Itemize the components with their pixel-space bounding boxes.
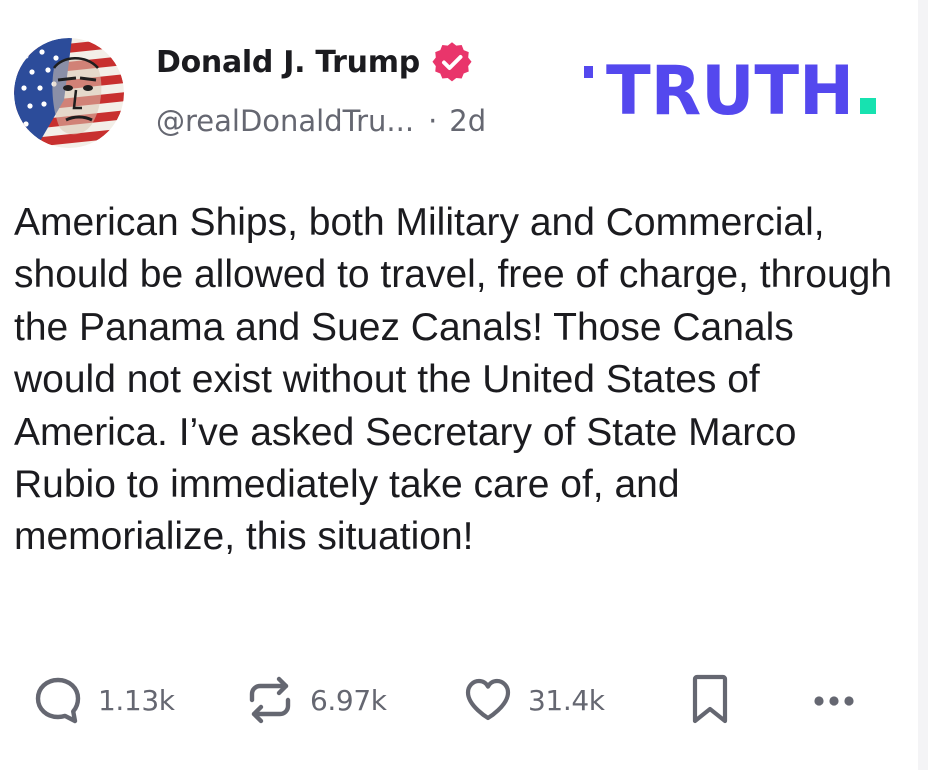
like-count: 31.4k	[528, 683, 605, 717]
brand-wordmark: TRUTH	[606, 52, 854, 131]
retruth-count: 6.97k	[310, 683, 387, 717]
more-options-button[interactable]	[804, 670, 864, 730]
truth-post-screenshot: Donald J. Trump @realDonaldTru... · 2d T…	[0, 0, 928, 770]
post-age[interactable]: 2d	[449, 104, 486, 138]
reply-button[interactable]: 1.13k	[32, 670, 175, 730]
more-icon	[814, 696, 854, 706]
post-body-text: American Ships, both Military and Commer…	[14, 201, 893, 559]
retruth-button[interactable]: 6.97k	[244, 670, 387, 730]
retruth-icon	[249, 676, 291, 724]
like-icon	[465, 678, 511, 721]
avatar-image	[14, 38, 124, 148]
brand-tick	[584, 66, 593, 78]
reply-icon	[35, 677, 81, 724]
verified-badge-icon	[432, 42, 472, 82]
bookmark-icon	[692, 674, 728, 724]
scroll-gutter	[918, 0, 928, 770]
author-handle-row: @realDonaldTru... · 2d	[156, 104, 486, 138]
truth-social-logo: TRUTH	[584, 52, 876, 131]
author-handle[interactable]: @realDonaldTru...	[156, 104, 414, 138]
brand-dot	[860, 98, 876, 114]
author-display-name[interactable]: Donald J. Trump	[156, 45, 420, 80]
bookmark-button[interactable]	[688, 670, 732, 730]
author-avatar[interactable]	[14, 38, 124, 148]
like-button[interactable]: 31.4k	[462, 670, 605, 730]
meta-separator: ·	[428, 104, 438, 138]
author-name-row: Donald J. Trump	[156, 40, 472, 84]
reply-count: 1.13k	[98, 683, 175, 717]
post-action-bar: 1.13k 6.97k 31.4k	[0, 670, 928, 730]
